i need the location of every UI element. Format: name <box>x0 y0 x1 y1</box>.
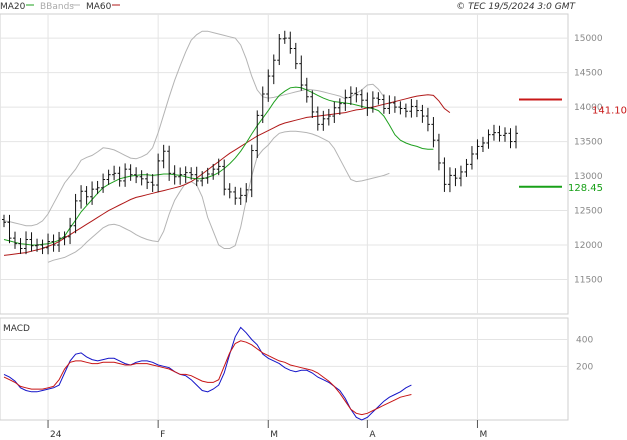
price-y-tick-label: 12000 <box>574 241 603 251</box>
resistance-level-label: 141.10 <box>592 106 627 117</box>
legend: MA20 BBands MA60 <box>0 2 120 12</box>
price-y-tick-label: 12500 <box>574 207 603 217</box>
price-y-tick-label: 15000 <box>574 34 603 44</box>
x-axis-tick-label: M <box>270 430 278 440</box>
x-axis-tick-label: F <box>160 430 165 440</box>
x-axis-tick-label: 24 <box>50 430 62 440</box>
stock-chart: 1150012000125001300013500140001450015000… <box>0 2 627 440</box>
x-axis-tick-label: M <box>479 430 487 440</box>
macd-y-tick-label: 200 <box>576 362 593 372</box>
legend-bbands-label: BBands <box>40 2 74 12</box>
y-axis-labels: 1150012000125001300013500140001450015000… <box>574 34 603 372</box>
x-axis-tick-label: A <box>369 430 376 440</box>
price-panel <box>0 13 569 315</box>
price-y-tick-label: 13500 <box>574 138 603 148</box>
price-y-tick-label: 13000 <box>574 172 603 182</box>
macd-panel-label: MACD <box>3 324 30 334</box>
chart-caption: © TEC 19/5/2024 3:0 GMT <box>456 2 576 12</box>
macd-panel <box>0 317 569 421</box>
support-level-label: 128.45 <box>568 183 603 194</box>
x-axis-labels: 24 F M A M <box>47 420 487 440</box>
legend-ma20-label: MA20 <box>0 2 26 12</box>
price-y-tick-label: 14500 <box>574 69 603 79</box>
price-y-tick-label: 11500 <box>574 276 603 286</box>
legend-ma60-label: MA60 <box>86 2 112 12</box>
macd-y-tick-label: 400 <box>576 335 593 345</box>
